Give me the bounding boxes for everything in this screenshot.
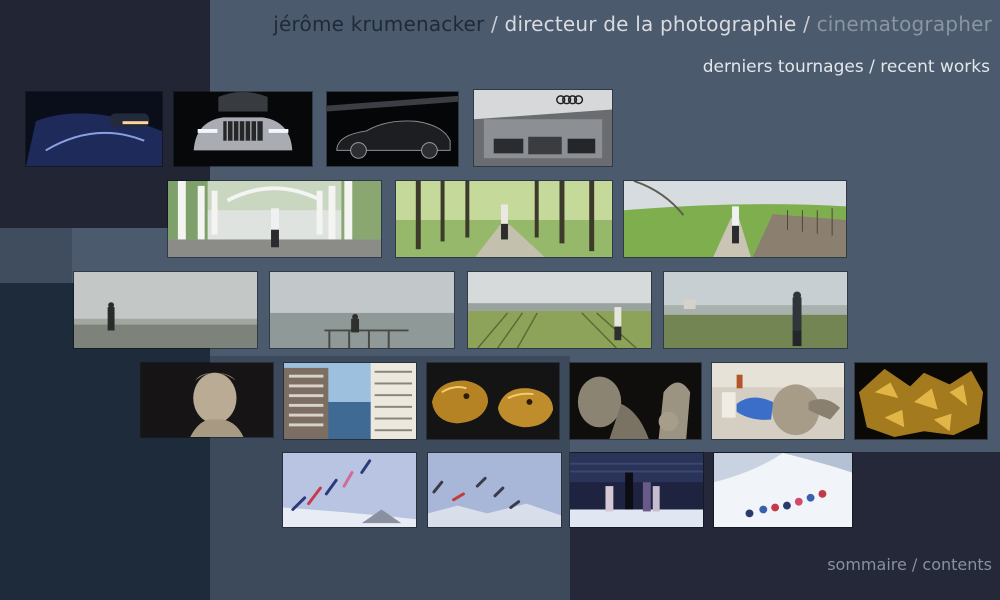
thumbnail-car-door-night[interactable]: [25, 91, 163, 167]
thumbnail-audi-showroom[interactable]: [473, 89, 613, 167]
page-title: jérôme krumenacker / directeur de la pho…: [273, 12, 992, 36]
thumbnail-city-buildings-sea[interactable]: [283, 362, 417, 440]
thumbnail-woman-vineyard-hill[interactable]: [467, 271, 652, 349]
section-heading: derniers tournages / recent works: [703, 57, 990, 77]
thumbnail-ice-skaters-stadium[interactable]: [569, 452, 704, 528]
thumbnail-car-side-silhouette[interactable]: [326, 91, 459, 167]
thumbnail-woman-walking-vineyard[interactable]: [623, 180, 847, 258]
section-label-en: recent works: [880, 57, 990, 77]
title-separator: /: [484, 12, 505, 36]
thumbnail-marble-statue-dark[interactable]: [569, 362, 702, 440]
thumbnail-man-city-overlook[interactable]: [73, 271, 258, 349]
title-role-fr: directeur de la photographie: [504, 12, 797, 36]
background-block-mid-left: [0, 228, 72, 283]
thumbnail-ski-jumpers-sky[interactable]: [282, 452, 417, 528]
sommaire-link[interactable]: sommaire: [827, 555, 907, 574]
thumbnail-blue-gloved-hands-lab[interactable]: [711, 362, 845, 440]
thumbnail-man-lake-railing[interactable]: [269, 271, 455, 349]
thumbnail-skiers-snow-slope[interactable]: [713, 452, 853, 528]
thumbnail-roman-bust[interactable]: [140, 362, 274, 438]
footer-separator: /: [906, 555, 923, 574]
thumbnail-man-valley-view[interactable]: [663, 271, 848, 349]
thumbnail-skiers-airborne[interactable]: [427, 452, 562, 528]
thumbnail-audi-front-grille[interactable]: [173, 91, 313, 167]
thumbnail-woman-walking-bridge[interactable]: [167, 180, 382, 258]
contents-link-en[interactable]: contents: [922, 555, 992, 574]
thumbnail-woman-walking-forest[interactable]: [395, 180, 613, 258]
title-role-en: cinematographer: [816, 12, 992, 36]
title-name: jérôme krumenacker: [273, 12, 485, 36]
section-separator: /: [863, 57, 881, 77]
section-label-fr: derniers tournages: [702, 57, 864, 77]
thumbnail-golden-animal-heads[interactable]: [426, 362, 560, 440]
contents-link[interactable]: sommaire / contents: [827, 555, 992, 574]
thumbnail-golden-fragments[interactable]: [854, 362, 988, 440]
title-separator: /: [796, 12, 817, 36]
